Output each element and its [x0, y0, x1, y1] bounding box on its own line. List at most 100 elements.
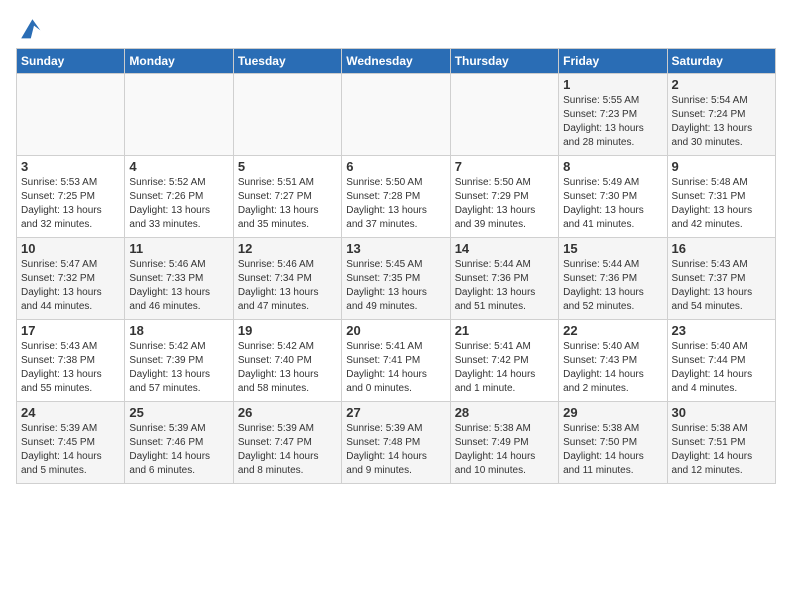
calendar-cell: 6 Sunrise: 5:50 AM Sunset: 7:28 PM Daylig… — [342, 156, 450, 238]
day-number: 2 — [672, 77, 771, 92]
calendar-cell: 12 Sunrise: 5:46 AM Sunset: 7:34 PM Dayli… — [233, 238, 341, 320]
day-info: Sunrise: 5:51 AM Sunset: 7:27 PM Dayligh… — [238, 176, 337, 232]
day-number: 17 — [21, 323, 120, 338]
day-number: 18 — [129, 323, 228, 338]
calendar-cell: 16 Sunrise: 5:43 AM Sunset: 7:37 PM Dayli… — [667, 238, 775, 320]
calendar-cell: 3Sunrise: 5:53 AM Sunset: 7:25 PM Daylig… — [17, 156, 125, 238]
day-info: Sunrise: 5:52 AM Sunset: 7:26 PM Dayligh… — [129, 176, 228, 232]
weekday-header: Thursday — [450, 49, 558, 74]
day-info: Sunrise: 5:38 AM Sunset: 7:49 PM Dayligh… — [455, 422, 554, 478]
logo-icon — [18, 16, 42, 40]
day-number: 24 — [21, 405, 120, 420]
day-info: Sunrise: 5:53 AM Sunset: 7:25 PM Dayligh… — [21, 176, 120, 232]
day-number: 8 — [563, 159, 662, 174]
day-number: 27 — [346, 405, 445, 420]
calendar-cell: 10 Sunrise: 5:47 AM Sunset: 7:32 PM Dayli… — [17, 238, 125, 320]
page-header — [16, 16, 776, 40]
day-number: 23 — [672, 323, 771, 338]
day-number: 28 — [455, 405, 554, 420]
day-number: 1 — [563, 77, 662, 92]
day-info: Sunrise: 5:38 AM Sunset: 7:51 PM Dayligh… — [672, 422, 771, 478]
day-info: Sunrise: 5:41 AM Sunset: 7:42 PM Dayligh… — [455, 340, 554, 396]
day-info: Sunrise: 5:44 AM Sunset: 7:36 PM Dayligh… — [455, 258, 554, 314]
day-info: Sunrise: 5:40 AM Sunset: 7:43 PM Dayligh… — [563, 340, 662, 396]
day-info: Sunrise: 5:47 AM Sunset: 7:32 PM Dayligh… — [21, 258, 120, 314]
day-number: 20 — [346, 323, 445, 338]
calendar-cell: 17 Sunrise: 5:43 AM Sunset: 7:38 PM Dayli… — [17, 320, 125, 402]
day-info: Sunrise: 5:40 AM Sunset: 7:44 PM Dayligh… — [672, 340, 771, 396]
calendar-cell: 23 Sunrise: 5:40 AM Sunset: 7:44 PM Dayli… — [667, 320, 775, 402]
day-number: 16 — [672, 241, 771, 256]
calendar-cell: 29 Sunrise: 5:38 AM Sunset: 7:50 PM Dayli… — [559, 402, 667, 484]
calendar-cell — [125, 74, 233, 156]
calendar-cell: 14 Sunrise: 5:44 AM Sunset: 7:36 PM Dayli… — [450, 238, 558, 320]
day-info: Sunrise: 5:38 AM Sunset: 7:50 PM Dayligh… — [563, 422, 662, 478]
day-info: Sunrise: 5:39 AM Sunset: 7:47 PM Dayligh… — [238, 422, 337, 478]
weekday-header: Sunday — [17, 49, 125, 74]
weekday-header: Friday — [559, 49, 667, 74]
calendar-cell: 19 Sunrise: 5:42 AM Sunset: 7:40 PM Dayli… — [233, 320, 341, 402]
calendar-table: SundayMondayTuesdayWednesdayThursdayFrid… — [16, 48, 776, 484]
calendar-cell: 11 Sunrise: 5:46 AM Sunset: 7:33 PM Dayli… — [125, 238, 233, 320]
day-info: Sunrise: 5:46 AM Sunset: 7:34 PM Dayligh… — [238, 258, 337, 314]
calendar-cell: 1 Sunrise: 5:55 AM Sunset: 7:23 PM Daylig… — [559, 74, 667, 156]
calendar-cell: 22 Sunrise: 5:40 AM Sunset: 7:43 PM Dayli… — [559, 320, 667, 402]
day-number: 10 — [21, 241, 120, 256]
calendar-cell: 5 Sunrise: 5:51 AM Sunset: 7:27 PM Daylig… — [233, 156, 341, 238]
calendar-cell: 13 Sunrise: 5:45 AM Sunset: 7:35 PM Dayli… — [342, 238, 450, 320]
day-number: 9 — [672, 159, 771, 174]
day-number: 29 — [563, 405, 662, 420]
day-number: 22 — [563, 323, 662, 338]
day-info: Sunrise: 5:41 AM Sunset: 7:41 PM Dayligh… — [346, 340, 445, 396]
day-number: 25 — [129, 405, 228, 420]
day-info: Sunrise: 5:50 AM Sunset: 7:28 PM Dayligh… — [346, 176, 445, 232]
calendar-cell — [450, 74, 558, 156]
day-info: Sunrise: 5:39 AM Sunset: 7:45 PM Dayligh… — [21, 422, 120, 478]
logo — [16, 20, 42, 40]
calendar-cell: 2Sunrise: 5:54 AM Sunset: 7:24 PM Daylig… — [667, 74, 775, 156]
calendar-week-row: 1 Sunrise: 5:55 AM Sunset: 7:23 PM Daylig… — [17, 74, 776, 156]
calendar-week-row: 17 Sunrise: 5:43 AM Sunset: 7:38 PM Dayli… — [17, 320, 776, 402]
day-info: Sunrise: 5:45 AM Sunset: 7:35 PM Dayligh… — [346, 258, 445, 314]
day-number: 11 — [129, 241, 228, 256]
day-number: 19 — [238, 323, 337, 338]
day-number: 12 — [238, 241, 337, 256]
day-number: 14 — [455, 241, 554, 256]
day-info: Sunrise: 5:43 AM Sunset: 7:38 PM Dayligh… — [21, 340, 120, 396]
calendar-cell: 15 Sunrise: 5:44 AM Sunset: 7:36 PM Dayli… — [559, 238, 667, 320]
calendar-cell — [17, 74, 125, 156]
day-info: Sunrise: 5:46 AM Sunset: 7:33 PM Dayligh… — [129, 258, 228, 314]
day-number: 4 — [129, 159, 228, 174]
day-info: Sunrise: 5:55 AM Sunset: 7:23 PM Dayligh… — [563, 94, 662, 150]
calendar-cell — [342, 74, 450, 156]
day-number: 26 — [238, 405, 337, 420]
calendar-header-row: SundayMondayTuesdayWednesdayThursdayFrid… — [17, 49, 776, 74]
day-info: Sunrise: 5:50 AM Sunset: 7:29 PM Dayligh… — [455, 176, 554, 232]
weekday-header: Tuesday — [233, 49, 341, 74]
day-info: Sunrise: 5:42 AM Sunset: 7:40 PM Dayligh… — [238, 340, 337, 396]
calendar-cell: 24 Sunrise: 5:39 AM Sunset: 7:45 PM Dayli… — [17, 402, 125, 484]
calendar-cell — [233, 74, 341, 156]
weekday-header: Wednesday — [342, 49, 450, 74]
day-info: Sunrise: 5:43 AM Sunset: 7:37 PM Dayligh… — [672, 258, 771, 314]
day-info: Sunrise: 5:39 AM Sunset: 7:48 PM Dayligh… — [346, 422, 445, 478]
day-info: Sunrise: 5:48 AM Sunset: 7:31 PM Dayligh… — [672, 176, 771, 232]
calendar-cell: 21Sunrise: 5:41 AM Sunset: 7:42 PM Dayli… — [450, 320, 558, 402]
calendar-cell: 18Sunrise: 5:42 AM Sunset: 7:39 PM Dayli… — [125, 320, 233, 402]
calendar-cell: 25 Sunrise: 5:39 AM Sunset: 7:46 PM Dayli… — [125, 402, 233, 484]
calendar-cell: 8Sunrise: 5:49 AM Sunset: 7:30 PM Daylig… — [559, 156, 667, 238]
calendar-cell: 28 Sunrise: 5:38 AM Sunset: 7:49 PM Dayli… — [450, 402, 558, 484]
weekday-header: Monday — [125, 49, 233, 74]
calendar-week-row: 24 Sunrise: 5:39 AM Sunset: 7:45 PM Dayli… — [17, 402, 776, 484]
day-number: 6 — [346, 159, 445, 174]
calendar-cell: 30Sunrise: 5:38 AM Sunset: 7:51 PM Dayli… — [667, 402, 775, 484]
calendar-cell: 27 Sunrise: 5:39 AM Sunset: 7:48 PM Dayli… — [342, 402, 450, 484]
day-info: Sunrise: 5:39 AM Sunset: 7:46 PM Dayligh… — [129, 422, 228, 478]
weekday-header: Saturday — [667, 49, 775, 74]
calendar-week-row: 3Sunrise: 5:53 AM Sunset: 7:25 PM Daylig… — [17, 156, 776, 238]
calendar-cell: 4 Sunrise: 5:52 AM Sunset: 7:26 PM Daylig… — [125, 156, 233, 238]
day-number: 5 — [238, 159, 337, 174]
day-info: Sunrise: 5:44 AM Sunset: 7:36 PM Dayligh… — [563, 258, 662, 314]
day-number: 15 — [563, 241, 662, 256]
day-number: 13 — [346, 241, 445, 256]
